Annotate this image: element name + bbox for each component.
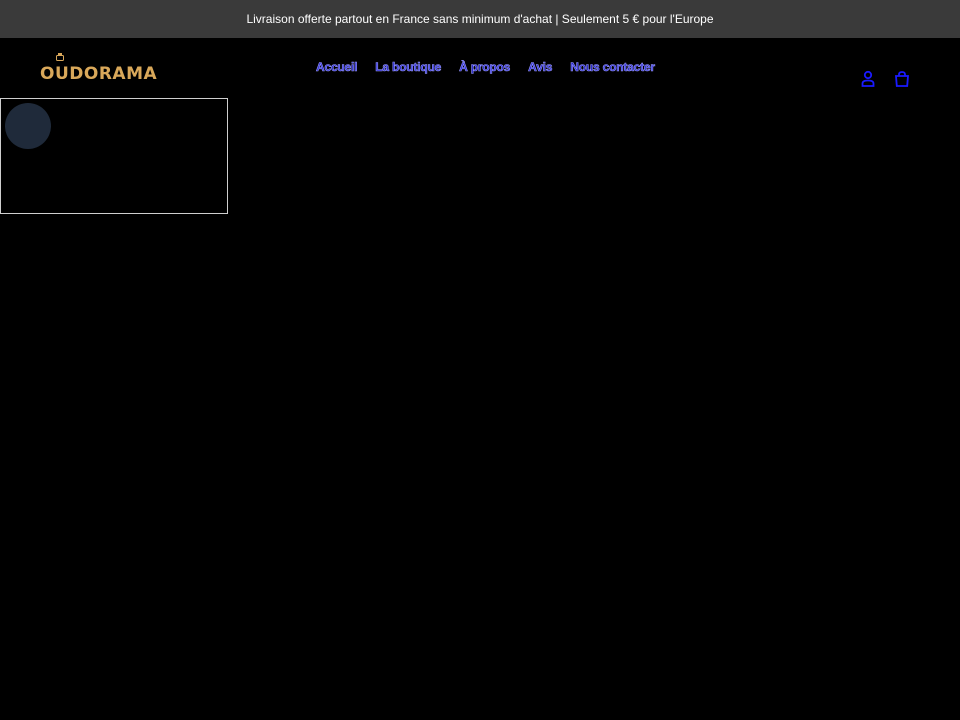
account-icon[interactable] <box>859 70 877 88</box>
nav-accueil[interactable]: Accueil <box>316 60 358 75</box>
media-placeholder <box>0 98 228 214</box>
logo[interactable]: OUDORAMA <box>40 53 158 84</box>
loading-circle <box>5 103 51 149</box>
announcement-bar: Livraison offerte partout en France sans… <box>0 0 960 38</box>
nav-a-propos[interactable]: À propos <box>459 60 511 75</box>
logo-text: OUDORAMA <box>40 64 158 84</box>
main-nav: Accueil La boutique À propos Avis Nous c… <box>316 60 656 75</box>
nav-la-boutique[interactable]: La boutique <box>375 60 442 75</box>
nav-nous-contacter[interactable]: Nous contacter <box>570 60 655 75</box>
announcement-text: Livraison offerte partout en France sans… <box>246 12 714 26</box>
cart-icon[interactable] <box>893 70 911 88</box>
perfume-bottle-icon <box>56 53 64 61</box>
nav-avis[interactable]: Avis <box>528 60 553 75</box>
site-header: OUDORAMA Accueil La boutique À propos Av… <box>0 38 960 98</box>
